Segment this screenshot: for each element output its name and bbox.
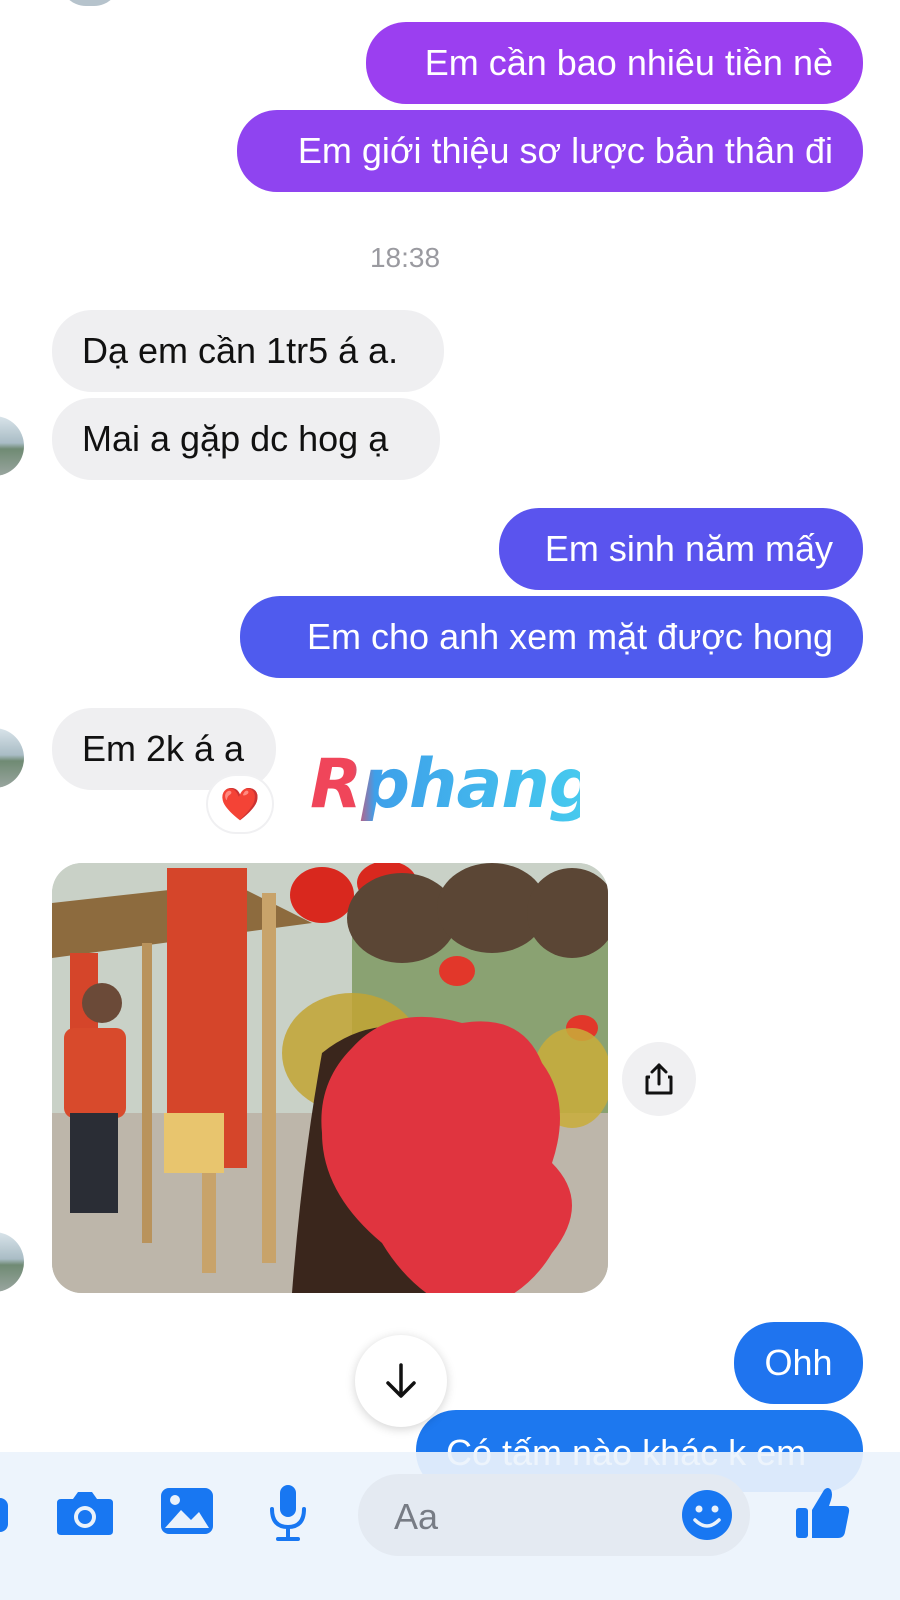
- avatar[interactable]: [0, 416, 24, 476]
- image-button[interactable]: [155, 1476, 219, 1546]
- photo-scene: [52, 863, 608, 1293]
- message-outgoing[interactable]: Em sinh năm mấy: [499, 508, 863, 590]
- message-outgoing[interactable]: Em cần bao nhiêu tiền nè: [366, 22, 863, 104]
- message-input[interactable]: Aa: [358, 1474, 750, 1556]
- timestamp: 18:38: [369, 242, 441, 273]
- microphone-icon: [270, 1485, 306, 1541]
- reaction-heart[interactable]: ❤️: [208, 776, 272, 832]
- microphone-button[interactable]: [258, 1476, 318, 1550]
- scroll-down-button[interactable]: [355, 1335, 447, 1427]
- share-button[interactable]: [622, 1042, 696, 1116]
- camera-icon: [57, 1492, 113, 1535]
- message-outgoing[interactable]: Em giới thiệu sơ lược bản thân đi: [237, 110, 863, 192]
- emoji-icon: [682, 1490, 732, 1540]
- message-input-placeholder: Aa: [394, 1496, 439, 1537]
- emoji-button[interactable]: [678, 1486, 736, 1544]
- thumbs-up-icon: [796, 1488, 850, 1538]
- arrow-down-icon: [386, 1363, 416, 1398]
- share-icon: [645, 1063, 673, 1095]
- like-button[interactable]: [790, 1478, 856, 1548]
- avatar-top: [60, 0, 120, 6]
- message-incoming[interactable]: Dạ em cần 1tr5 á a.: [52, 310, 444, 392]
- avatar[interactable]: [0, 1232, 24, 1292]
- composer-bar: Aa: [0, 1452, 900, 1600]
- photo-message[interactable]: [52, 863, 608, 1293]
- message-outgoing[interactable]: Ohh: [734, 1322, 863, 1404]
- image-icon: [161, 1488, 213, 1534]
- message-incoming[interactable]: Mai a gặp dc hog ạ: [52, 398, 440, 480]
- watermark-logo: Rphang: [310, 745, 597, 824]
- message-outgoing[interactable]: Em cho anh xem mặt được hong: [240, 596, 863, 678]
- avatar[interactable]: [0, 728, 24, 788]
- camera-button[interactable]: [50, 1478, 120, 1548]
- more-icon[interactable]: [0, 1498, 8, 1532]
